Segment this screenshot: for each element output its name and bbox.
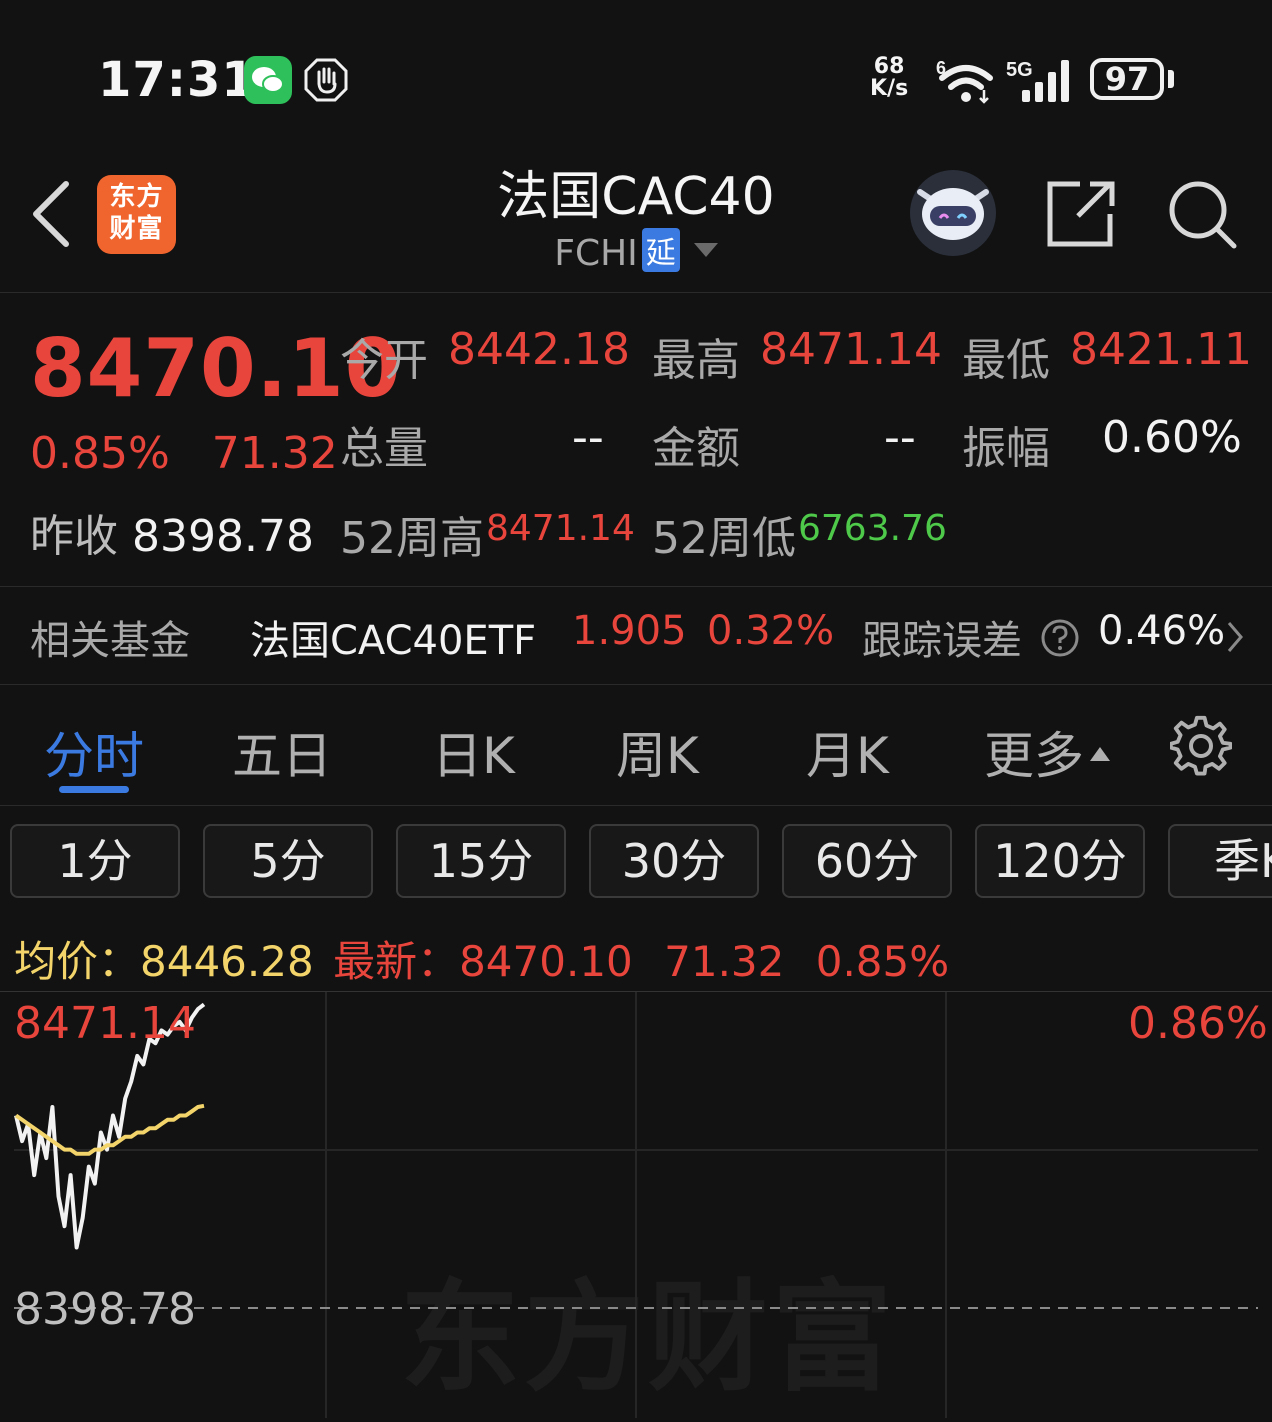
hand-stop-icon [304, 58, 348, 102]
related-fund-row[interactable]: 相关基金 法国CAC40ETF 1.905 0.32% 跟踪误差 0.46% [0, 586, 1272, 684]
latest-change: 71.32 [664, 937, 785, 986]
svg-text:5G: 5G [1006, 59, 1033, 81]
tabs-divider [0, 805, 1272, 806]
fund-section-label: 相关基金 [30, 618, 190, 664]
fund-pct: 0.32% [707, 608, 835, 654]
amplitude-value: 0.60% [1102, 412, 1242, 463]
security-code[interactable]: FCHI 延 [436, 228, 836, 274]
latest-pct: 0.85% [815, 937, 950, 986]
tab-weekly-k[interactable]: 周K [616, 716, 699, 788]
high-label: 最高 [652, 335, 740, 386]
cellular-signal-icon: 5G [1006, 56, 1078, 110]
chevron-right-icon [1226, 620, 1244, 658]
fund-name: 法国CAC40ETF [250, 618, 537, 664]
amplitude-label: 振幅 [962, 423, 1050, 474]
period-30min[interactable]: 30分 [589, 824, 759, 898]
back-arrow-icon[interactable] [30, 180, 72, 252]
wk52-low-label: 52周低 [652, 513, 796, 564]
amount-value: -- [884, 412, 916, 463]
chart-top-pct: 0.86% [1128, 998, 1268, 1049]
fund-divider [0, 684, 1272, 685]
battery-indicator: 97 [1090, 58, 1164, 100]
prev-close-value: 8398.78 [132, 511, 314, 562]
gear-icon[interactable] [1169, 714, 1233, 780]
tab-intraday[interactable]: 分时 [44, 716, 144, 788]
low-value: 8421.11 [1070, 324, 1252, 375]
tab-daily-k[interactable]: 日K [432, 716, 515, 788]
high-value: 8471.14 [760, 324, 942, 375]
tab-monthly-k[interactable]: 月K [806, 716, 889, 788]
help-icon[interactable] [1040, 618, 1080, 662]
wk52-high-label: 52周高 [340, 513, 484, 564]
period-quarterly-clip: 季K [1168, 824, 1272, 898]
code-text: FCHI [554, 233, 638, 274]
chart-base-price: 8398.78 [14, 1284, 196, 1335]
wifi-icon: 6 [934, 56, 998, 110]
wk52-high-value: 8471.14 [486, 508, 635, 549]
chart-legend-line: 均价：8446.28 最新：8470.10 71.32 0.85% [14, 928, 949, 989]
period-120min[interactable]: 120分 [975, 824, 1145, 898]
tracking-error-label: 跟踪误差 [862, 618, 1022, 664]
open-label: 今开 [340, 335, 428, 386]
wk52-low-value: 6763.76 [798, 508, 947, 549]
change-pct: 0.85% [30, 428, 170, 479]
open-value: 8442.18 [448, 324, 630, 375]
header-divider [0, 292, 1272, 293]
volume-label: 总量 [340, 423, 428, 474]
chart-top-price: 8471.14 [14, 998, 196, 1049]
price-change: 0.85% 71.32 [30, 428, 338, 479]
latest-label: 最新： [333, 937, 460, 986]
wechat-icon [244, 56, 292, 104]
intraday-chart[interactable] [14, 992, 1258, 1418]
period-15min[interactable]: 15分 [396, 824, 566, 898]
status-time: 17:31 [98, 52, 256, 108]
chart-svg [14, 992, 1258, 1418]
battery-tip [1168, 70, 1174, 88]
search-icon[interactable] [1166, 178, 1240, 254]
period-60min[interactable]: 60分 [782, 824, 952, 898]
tab-more[interactable]: 更多 [984, 716, 1110, 788]
change-value: 71.32 [211, 428, 338, 479]
period-1min[interactable]: 1分 [10, 824, 180, 898]
page-title: 法国CAC40 [497, 167, 775, 227]
prev-close-label: 昨收 [30, 511, 118, 562]
avg-price-label: 均价： [14, 937, 141, 986]
ai-assistant-robot-icon[interactable] [910, 170, 996, 256]
latest-value: 8470.10 [459, 937, 633, 986]
amount-label: 金额 [652, 423, 740, 474]
chevron-down-icon [693, 243, 718, 257]
volume-value: -- [572, 412, 604, 463]
fund-price: 1.905 [572, 608, 687, 654]
triangle-up-icon [1090, 747, 1110, 761]
tab-more-label: 更多 [984, 727, 1084, 785]
period-5min[interactable]: 5分 [203, 824, 373, 898]
tab-active-indicator [59, 786, 129, 793]
share-icon[interactable] [1044, 178, 1118, 254]
prev-close: 昨收 8398.78 [30, 500, 314, 564]
app-logo[interactable]: 东方 财富 [97, 175, 176, 254]
network-speed: 68 K/s [870, 54, 909, 101]
period-quarterly[interactable]: 季K [1168, 824, 1272, 898]
tab-five-day[interactable]: 五日 [232, 716, 332, 788]
delay-badge: 延 [641, 228, 680, 272]
tracking-error-value: 0.46% [1098, 608, 1226, 654]
avg-price-value: 8446.28 [140, 937, 314, 986]
low-label: 最低 [962, 335, 1050, 386]
